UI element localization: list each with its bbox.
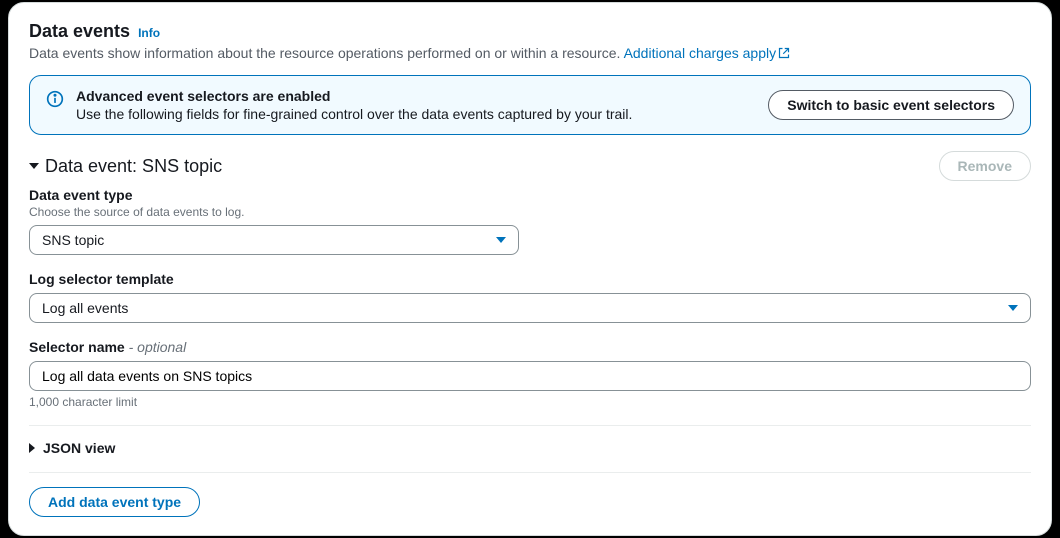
info-icon bbox=[46, 90, 64, 108]
chevron-down-icon bbox=[1008, 305, 1018, 311]
json-view-toggle[interactable]: JSON view bbox=[29, 440, 1031, 456]
selector-name-label: Selector name bbox=[29, 339, 125, 355]
divider bbox=[29, 425, 1031, 426]
alert-text: Use the following fields for fine-graine… bbox=[76, 106, 756, 122]
data-event-type-select[interactable]: SNS topic bbox=[29, 225, 519, 255]
selector-name-group: Selector name - optional 1,000 character… bbox=[29, 339, 1031, 409]
chevron-down-icon bbox=[496, 237, 506, 243]
log-selector-template-select[interactable]: Log all events bbox=[29, 293, 1031, 323]
data-event-type-hint: Choose the source of data events to log. bbox=[29, 205, 1031, 219]
additional-charges-link[interactable]: Additional charges apply bbox=[624, 45, 791, 61]
advanced-selectors-alert: Advanced event selectors are enabled Use… bbox=[29, 75, 1031, 135]
remove-button[interactable]: Remove bbox=[939, 151, 1031, 181]
external-link-icon bbox=[778, 47, 790, 59]
add-data-event-type-button[interactable]: Add data event type bbox=[29, 487, 200, 517]
switch-to-basic-button[interactable]: Switch to basic event selectors bbox=[768, 90, 1014, 120]
alert-content: Advanced event selectors are enabled Use… bbox=[76, 88, 756, 122]
log-selector-template-value: Log all events bbox=[42, 300, 128, 316]
data-events-panel: Data events Info Data events show inform… bbox=[8, 2, 1052, 536]
panel-description-text: Data events show information about the r… bbox=[29, 45, 624, 61]
panel-title: Data events bbox=[29, 21, 130, 42]
panel-description: Data events show information about the r… bbox=[29, 45, 1031, 61]
data-event-type-label: Data event type bbox=[29, 187, 1031, 203]
section-title: Data event: SNS topic bbox=[45, 156, 222, 177]
log-selector-template-label: Log selector template bbox=[29, 271, 1031, 287]
data-event-type-group: Data event type Choose the source of dat… bbox=[29, 187, 1031, 255]
info-link[interactable]: Info bbox=[138, 26, 160, 40]
caret-right-icon bbox=[29, 443, 35, 453]
selector-name-optional: - optional bbox=[125, 339, 186, 355]
log-selector-template-group: Log selector template Log all events bbox=[29, 271, 1031, 323]
caret-down-icon bbox=[29, 163, 39, 169]
json-view-label: JSON view bbox=[43, 440, 115, 456]
selector-name-label-row: Selector name - optional bbox=[29, 339, 1031, 355]
divider bbox=[29, 472, 1031, 473]
selector-name-input[interactable] bbox=[29, 361, 1031, 391]
section-toggle[interactable]: Data event: SNS topic bbox=[29, 156, 222, 177]
data-event-type-value: SNS topic bbox=[42, 232, 104, 248]
alert-title: Advanced event selectors are enabled bbox=[76, 88, 756, 104]
panel-header: Data events Info bbox=[29, 21, 1031, 42]
data-event-section-header: Data event: SNS topic Remove bbox=[29, 151, 1031, 181]
selector-name-hint: 1,000 character limit bbox=[29, 395, 1031, 409]
